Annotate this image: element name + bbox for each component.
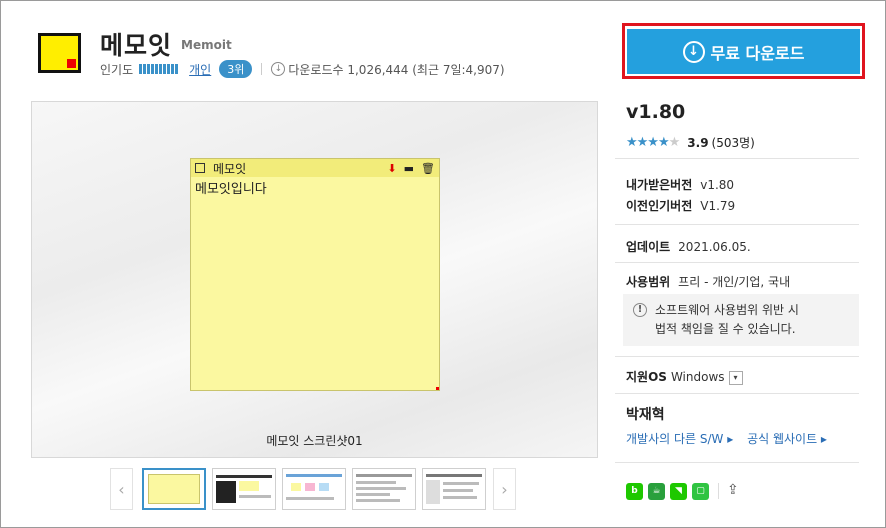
- thumbnail-image: [443, 482, 479, 485]
- rating-score: 3.9: [687, 135, 709, 150]
- divider: [615, 462, 859, 463]
- download-count: 다운로드수 1,026,444 (최근 7일:4,907): [288, 62, 505, 77]
- share-divider: [718, 483, 719, 499]
- thumbnail-image: [216, 481, 236, 503]
- pin-icon: ⬇: [387, 161, 397, 175]
- minimize-icon: ▬: [403, 161, 415, 175]
- version-heading: v1.80: [626, 101, 686, 123]
- category-link[interactable]: 개인: [189, 61, 211, 78]
- thumbnail-image: [319, 483, 329, 491]
- app-icon-corner: [67, 59, 76, 68]
- developer-name: 박재혁: [626, 407, 665, 423]
- thumbnail-image: [148, 474, 200, 504]
- my-version-row: 내가받은버전 v1.80: [626, 176, 734, 193]
- thumbnail-image: [356, 474, 412, 477]
- thumbnail-2[interactable]: [212, 468, 276, 510]
- thumb-next-button[interactable]: ›: [493, 468, 516, 510]
- dev-other-software-link[interactable]: 개발사의 다른 S/W ▸: [626, 432, 733, 446]
- thumbnail-image: [291, 483, 301, 491]
- cafe-share-icon[interactable]: ☕: [648, 482, 665, 500]
- bookmark-share-icon[interactable]: ◥: [670, 482, 687, 500]
- developer-links: 개발사의 다른 S/W ▸ 공식 웹사이트 ▸: [626, 430, 837, 447]
- thumbnail-image: [305, 483, 315, 491]
- thumbnail-image: [286, 474, 342, 477]
- thumbnail-image: [356, 481, 396, 484]
- thumbnail-image: [443, 496, 477, 499]
- thumbnail-3[interactable]: [282, 468, 346, 510]
- popularity-label: 인기도: [100, 62, 134, 77]
- update-row: 업데이트 2021.06.05.: [626, 238, 751, 255]
- note-titlebar: 메모잇 ⬇ ▬ 🗑: [191, 159, 439, 177]
- thumbnail-image: [286, 497, 334, 500]
- rating-row: ★★★★★ 3.9 (503명): [626, 134, 755, 151]
- app-meta-row: 인기도 개인 3위 ↓ 다운로드수 1,026,444 (최근 7일:4,907…: [100, 60, 505, 78]
- popularity-bar: [139, 64, 180, 74]
- note-square-icon: [195, 163, 205, 173]
- my-version-label: 내가받은버전: [626, 178, 693, 192]
- official-site-link[interactable]: 공식 웹사이트 ▸: [747, 432, 827, 446]
- note-resize-corner: [436, 387, 439, 390]
- info-icon: !: [633, 303, 647, 317]
- thumbnail-image: [426, 480, 440, 504]
- trash-icon: 🗑: [421, 161, 435, 175]
- prev-version-value: V1.79: [700, 199, 736, 213]
- meta-divider: [261, 63, 263, 75]
- free-download-label: 무료 다운로드: [710, 43, 805, 63]
- blog-share-icon[interactable]: b: [626, 482, 643, 500]
- license-warning: ! 소프트웨어 사용범위 위반 시 법적 책임을 질 수 있습니다.: [623, 294, 859, 346]
- thumbnail-image: [239, 495, 271, 498]
- update-date: 2021.06.05.: [678, 240, 751, 254]
- band-share-icon[interactable]: ▢: [692, 482, 709, 500]
- app-title: 메모잇: [100, 31, 173, 60]
- os-label: 지원OS: [626, 370, 667, 384]
- sticky-note-preview: 메모잇 ⬇ ▬ 🗑 메모잇입니다: [190, 158, 440, 391]
- share-row: b ☕ ◥ ▢ ⇪: [626, 482, 745, 500]
- share-icon[interactable]: ⇪: [727, 482, 745, 500]
- license-row: 사용범위 프리 - 개인/기업, 국내: [626, 273, 790, 290]
- thumbnail-image: [356, 493, 390, 496]
- os-row: 지원OS Windows ▾: [626, 368, 743, 385]
- thumbnail-5[interactable]: [422, 468, 486, 510]
- screenshot-viewer[interactable]: 메모잇 ⬇ ▬ 🗑 메모잇입니다 메모잇 스크린샷01: [31, 101, 598, 458]
- screenshot-caption: 메모잇 스크린샷01: [266, 434, 363, 448]
- free-download-button[interactable]: ↓ 무료 다운로드: [627, 29, 860, 74]
- note-title: 메모잇: [213, 161, 247, 176]
- divider: [615, 262, 859, 263]
- download-count-icon: ↓: [271, 62, 286, 76]
- thumbnail-image: [426, 474, 482, 477]
- note-body: 메모잇입니다: [195, 182, 267, 197]
- rating-stars: ★★★★★: [626, 135, 680, 150]
- update-label: 업데이트: [626, 240, 671, 254]
- divider: [615, 158, 859, 159]
- thumbnail-1[interactable]: [142, 468, 206, 510]
- prev-version-label: 이전인기버전: [626, 199, 693, 213]
- divider: [615, 224, 859, 225]
- thumbnail-image: [443, 489, 473, 492]
- warning-line-2: 법적 책임을 질 수 있습니다.: [655, 322, 796, 336]
- thumbnail-image: [216, 475, 272, 478]
- my-version-value: v1.80: [700, 178, 735, 192]
- rank-badge: 3위: [219, 60, 253, 78]
- thumbnail-image: [356, 499, 400, 502]
- download-arrow-icon: ↓: [682, 40, 705, 63]
- thumbnail-image: [356, 487, 406, 490]
- divider: [615, 356, 859, 357]
- thumbnail-4[interactable]: [352, 468, 416, 510]
- app-subtitle: Memoit: [181, 38, 232, 52]
- app-icon: [38, 33, 81, 73]
- os-value: Windows: [670, 370, 725, 384]
- license-label: 사용범위: [626, 275, 671, 289]
- rating-count: (503명): [711, 136, 755, 150]
- thumbnail-image: [239, 481, 259, 491]
- prev-version-row: 이전인기버전 V1.79: [626, 197, 735, 214]
- os-dropdown-icon[interactable]: ▾: [728, 370, 743, 385]
- thumb-prev-button[interactable]: ‹: [110, 468, 133, 510]
- warning-line-1: 소프트웨어 사용범위 위반 시: [655, 303, 799, 317]
- license-value: 프리 - 개인/기업, 국내: [678, 275, 791, 289]
- divider: [615, 393, 859, 394]
